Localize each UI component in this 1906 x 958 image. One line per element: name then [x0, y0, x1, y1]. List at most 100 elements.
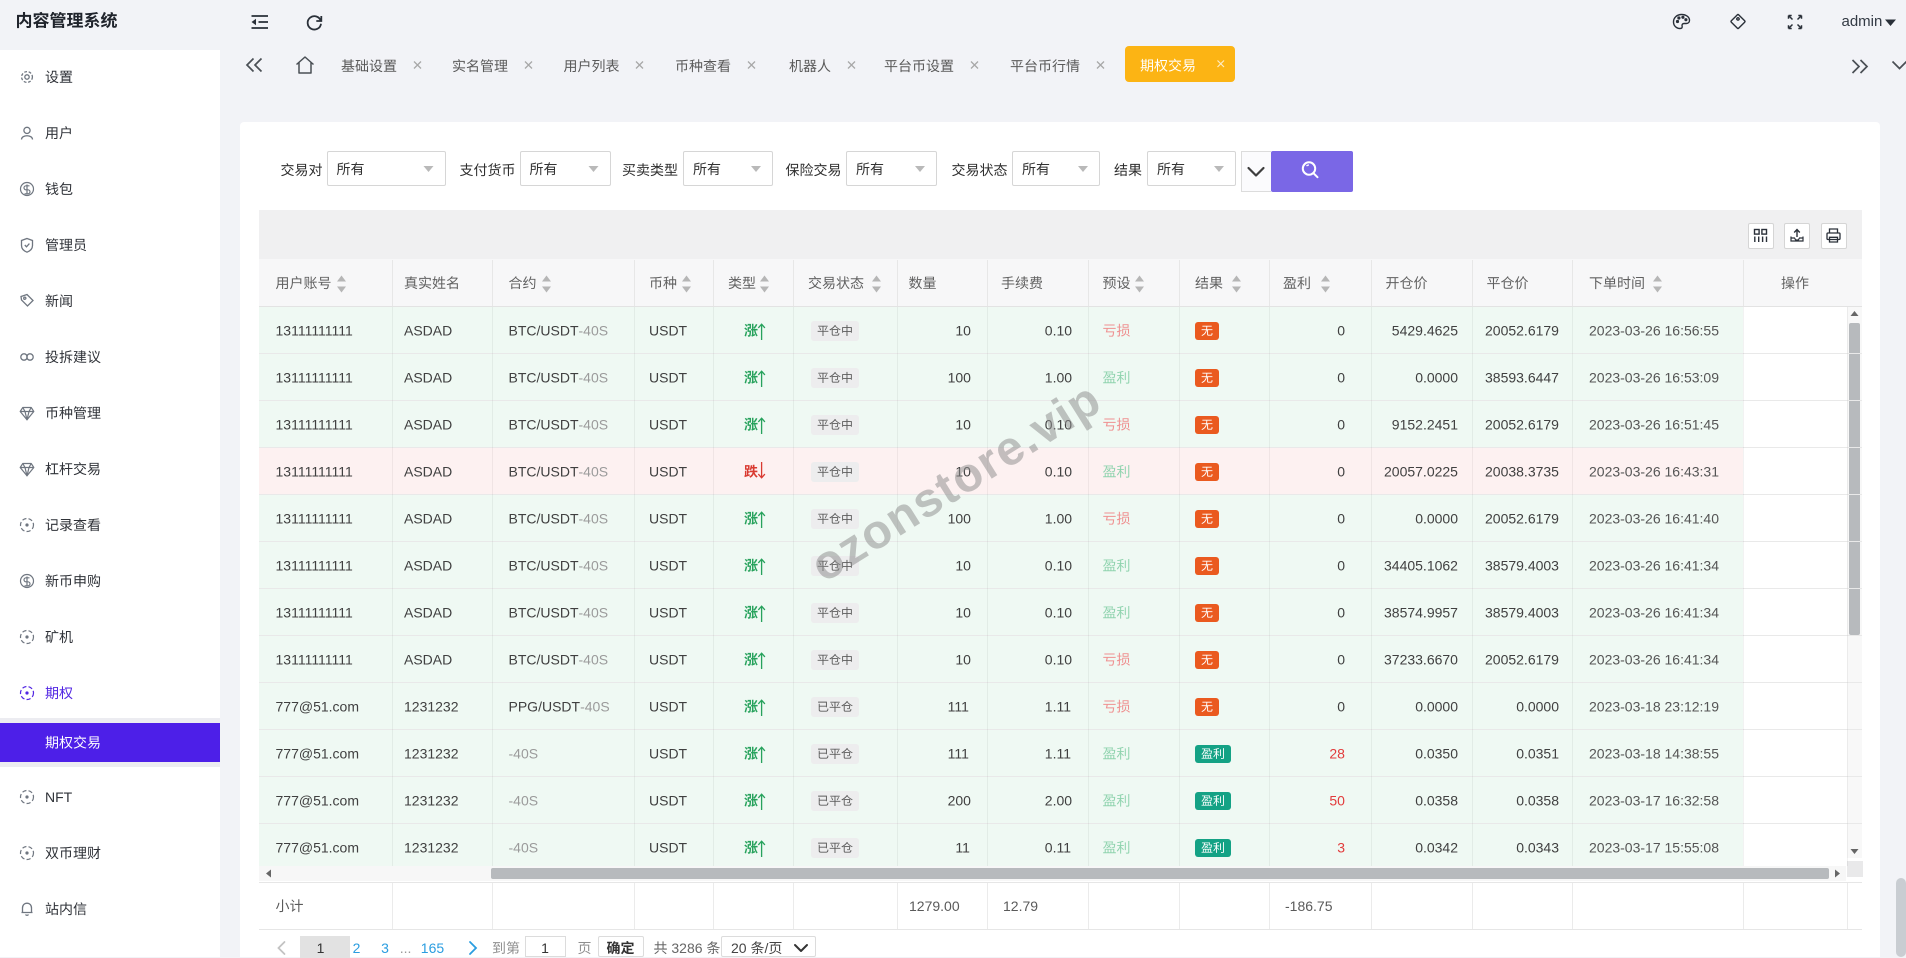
svg-text:0: 0 [1337, 511, 1345, 527]
svg-text:BTC/USDT: BTC/USDT [509, 558, 579, 574]
svg-text:ASDAD: ASDAD [404, 417, 452, 433]
svg-text:10: 10 [955, 558, 971, 574]
svg-text:USDT: USDT [649, 746, 688, 762]
svg-text:1: 1 [541, 940, 549, 956]
svg-text:20052.6179: 20052.6179 [1485, 323, 1559, 339]
svg-text:2023-03-26 16:51:45: 2023-03-26 16:51:45 [1589, 417, 1719, 433]
svg-text:BTC/USDT: BTC/USDT [509, 511, 579, 527]
svg-text:0: 0 [1337, 417, 1345, 433]
svg-text:37233.6670: 37233.6670 [1384, 652, 1458, 668]
svg-text:0.0343: 0.0343 [1516, 840, 1559, 856]
svg-text:0: 0 [1337, 323, 1345, 339]
svg-text:USDT: USDT [649, 511, 688, 527]
svg-text:0: 0 [1337, 558, 1345, 574]
svg-text:ASDAD: ASDAD [404, 464, 452, 480]
svg-text:1.00: 1.00 [1045, 511, 1072, 527]
svg-text:1231232: 1231232 [404, 746, 459, 762]
svg-text:0.10: 0.10 [1045, 652, 1072, 668]
svg-text:50: 50 [1329, 793, 1345, 809]
svg-text:0.10: 0.10 [1045, 464, 1072, 480]
svg-text:0: 0 [1337, 652, 1345, 668]
svg-text:0.0358: 0.0358 [1516, 793, 1559, 809]
svg-text:0.0000: 0.0000 [1516, 699, 1559, 715]
svg-text:13111111111: 13111111111 [276, 417, 354, 433]
svg-text:38574.9957: 38574.9957 [1384, 605, 1458, 621]
svg-text:USDT: USDT [649, 417, 688, 433]
svg-text:1: 1 [317, 940, 325, 956]
svg-text:PPG/USDT: PPG/USDT [509, 699, 581, 715]
svg-text:2023-03-17 16:32:58: 2023-03-17 16:32:58 [1589, 793, 1719, 809]
svg-text:3: 3 [1337, 840, 1345, 856]
svg-text:NFT: NFT [45, 789, 73, 805]
svg-text:1231232: 1231232 [404, 793, 459, 809]
svg-text:2.00: 2.00 [1045, 793, 1072, 809]
svg-text:3: 3 [381, 940, 389, 956]
svg-text:100: 100 [948, 370, 972, 386]
svg-text:20052.6179: 20052.6179 [1485, 511, 1559, 527]
svg-text:13111111111: 13111111111 [276, 652, 354, 668]
svg-text:ASDAD: ASDAD [404, 323, 452, 339]
svg-text:0.0358: 0.0358 [1415, 793, 1458, 809]
svg-text:13111111111: 13111111111 [276, 605, 354, 621]
svg-text:2023-03-26 16:53:09: 2023-03-26 16:53:09 [1589, 370, 1719, 386]
svg-text:0.0350: 0.0350 [1415, 746, 1458, 762]
svg-text:5429.4625: 5429.4625 [1392, 323, 1458, 339]
svg-text:20: 20 [731, 940, 750, 956]
svg-text:0.0000: 0.0000 [1415, 699, 1458, 715]
svg-text:1279.00: 1279.00 [909, 898, 960, 914]
svg-text:-40S: -40S [580, 699, 610, 715]
svg-text:0: 0 [1337, 699, 1345, 715]
svg-text:9152.2451: 9152.2451 [1392, 417, 1458, 433]
svg-text:10: 10 [955, 605, 971, 621]
svg-text:ASDAD: ASDAD [404, 558, 452, 574]
svg-text:11: 11 [955, 840, 970, 856]
svg-text:777@51.com: 777@51.com [276, 746, 359, 762]
svg-text:-40S: -40S [509, 746, 539, 762]
svg-text:admin: admin [1842, 13, 1883, 30]
svg-text:20038.3735: 20038.3735 [1485, 464, 1559, 480]
svg-text:2023-03-17 15:55:08: 2023-03-17 15:55:08 [1589, 840, 1719, 856]
svg-text:3286: 3286 [668, 940, 707, 956]
svg-text:0: 0 [1337, 464, 1345, 480]
svg-text:0.0342: 0.0342 [1415, 840, 1458, 856]
svg-text:0: 0 [1337, 370, 1345, 386]
svg-text:USDT: USDT [649, 464, 688, 480]
svg-text:111: 111 [948, 746, 969, 762]
svg-text:2023-03-18 14:38:55: 2023-03-18 14:38:55 [1589, 746, 1719, 762]
svg-text:777@51.com: 777@51.com [276, 699, 359, 715]
svg-text:0.0000: 0.0000 [1415, 370, 1458, 386]
svg-text:165: 165 [421, 940, 445, 956]
svg-text:10: 10 [955, 652, 971, 668]
svg-text:38579.4003: 38579.4003 [1485, 558, 1559, 574]
svg-text:38579.4003: 38579.4003 [1485, 605, 1559, 621]
svg-text:20052.6179: 20052.6179 [1485, 652, 1559, 668]
svg-text:USDT: USDT [649, 652, 688, 668]
svg-text:10: 10 [955, 417, 971, 433]
svg-text:13111111111: 13111111111 [276, 323, 354, 339]
svg-text:BTC/USDT: BTC/USDT [509, 323, 579, 339]
svg-text:-40S: -40S [579, 464, 609, 480]
svg-text:BTC/USDT: BTC/USDT [509, 464, 579, 480]
svg-text:USDT: USDT [649, 370, 688, 386]
svg-text:0: 0 [1337, 605, 1345, 621]
svg-text:111: 111 [948, 699, 969, 715]
svg-text:BTC/USDT: BTC/USDT [509, 605, 579, 621]
svg-text:1.11: 1.11 [1045, 699, 1071, 715]
svg-text:/: / [765, 940, 769, 956]
svg-text:1.11: 1.11 [1045, 746, 1071, 762]
svg-text:-40S: -40S [579, 370, 609, 386]
svg-text:USDT: USDT [649, 605, 688, 621]
svg-text:0.0000: 0.0000 [1415, 511, 1458, 527]
svg-text:-40S: -40S [579, 558, 609, 574]
svg-text:ASDAD: ASDAD [404, 511, 452, 527]
svg-text:USDT: USDT [649, 699, 688, 715]
svg-text:-40S: -40S [579, 511, 609, 527]
svg-text:20057.0225: 20057.0225 [1384, 464, 1458, 480]
svg-text:2023-03-26 16:56:55: 2023-03-26 16:56:55 [1589, 323, 1719, 339]
svg-text:2023-03-26 16:41:34: 2023-03-26 16:41:34 [1589, 558, 1719, 574]
svg-text:2023-03-26 16:43:31: 2023-03-26 16:43:31 [1589, 464, 1719, 480]
svg-text:13111111111: 13111111111 [276, 511, 354, 527]
svg-text:12.79: 12.79 [1003, 898, 1038, 914]
svg-text:-40S: -40S [579, 323, 609, 339]
svg-text:BTC/USDT: BTC/USDT [509, 417, 579, 433]
